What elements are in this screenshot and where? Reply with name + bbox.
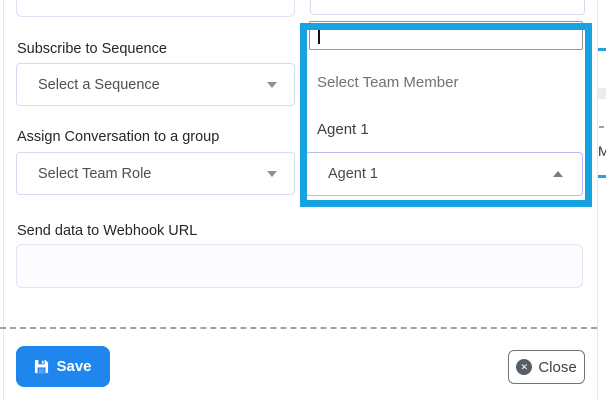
team-role-select-placeholder: Select Team Role	[38, 166, 267, 182]
sequence-select[interactable]: Select a Sequence	[16, 63, 295, 106]
sequence-select-placeholder: Select a Sequence	[38, 77, 267, 93]
top-right-field-partial[interactable]	[310, 0, 585, 15]
close-button-label: Close	[538, 359, 576, 376]
webhook-url-label: Send data to Webhook URL	[17, 223, 197, 241]
team-member-select[interactable]: Agent 1	[305, 152, 583, 196]
team-member-search-input[interactable]	[309, 21, 583, 50]
floppy-disk-icon	[34, 359, 49, 374]
modal-body: Subscribe to Sequence Select a Sequence …	[0, 0, 606, 401]
adjacent-content-fragment: M	[598, 0, 606, 401]
circle-x-icon: ✕	[516, 359, 532, 375]
caret-up-icon	[553, 171, 563, 177]
gray-block-fragment	[598, 88, 606, 99]
caret-down-icon	[267, 171, 277, 177]
save-button[interactable]: Save	[16, 346, 110, 387]
clipped-text-fragment: M	[598, 143, 606, 159]
save-button-label: Save	[56, 358, 91, 375]
text-cursor	[318, 27, 320, 44]
modal-left-border	[3, 0, 4, 401]
dropdown-option-agent1[interactable]: Agent 1	[317, 121, 369, 141]
blue-indicator-fragment	[598, 175, 606, 178]
dropdown-option-placeholder[interactable]: Select Team Member	[317, 74, 458, 94]
footer-dashed-divider	[0, 327, 597, 329]
team-member-selected-value: Agent 1	[328, 166, 553, 182]
blue-indicator-fragment	[598, 48, 606, 51]
close-button[interactable]: ✕ Close	[508, 350, 585, 384]
subscribe-to-sequence-label: Subscribe to Sequence	[17, 41, 167, 59]
assign-group-label: Assign Conversation to a group	[17, 129, 219, 147]
gray-dash-fragment	[599, 126, 604, 128]
webhook-url-input[interactable]	[16, 244, 583, 288]
top-left-field-partial[interactable]	[16, 0, 295, 17]
caret-down-icon	[267, 82, 277, 88]
team-role-select[interactable]: Select Team Role	[16, 152, 295, 195]
